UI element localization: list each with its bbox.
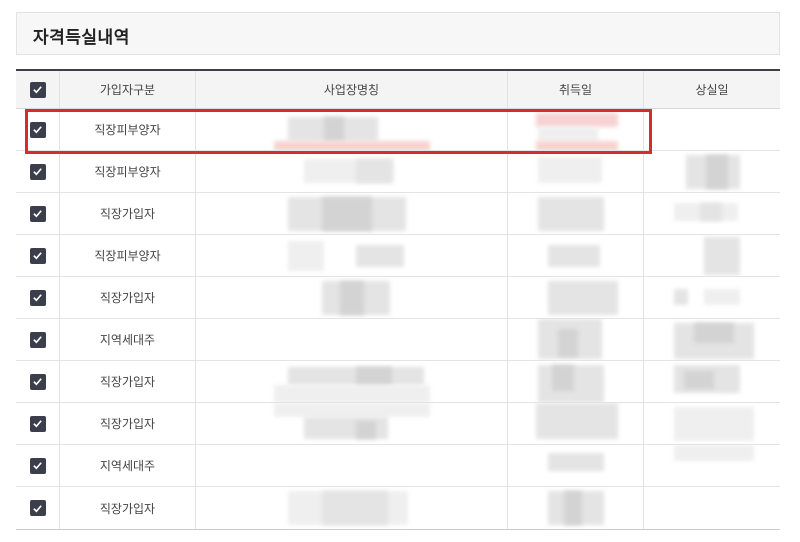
row-workplace-redacted bbox=[196, 277, 508, 318]
row-lost-redacted bbox=[644, 193, 780, 234]
row-lost-redacted bbox=[644, 151, 780, 192]
row-check-cell bbox=[16, 235, 60, 276]
row-type: 직장피부양자 bbox=[60, 109, 196, 150]
check-icon bbox=[33, 168, 42, 176]
row-acquired-redacted bbox=[508, 193, 644, 234]
row-workplace-empty bbox=[196, 445, 508, 486]
row-type: 직장피부양자 bbox=[60, 151, 196, 192]
row-checkbox[interactable] bbox=[29, 415, 46, 432]
table-row: 직장가입자 bbox=[16, 361, 780, 403]
row-checkbox[interactable] bbox=[29, 121, 46, 138]
row-type: 직장가입자 bbox=[60, 403, 196, 444]
row-lost-redacted bbox=[644, 445, 780, 486]
table-body: 직장피부양자 직장피부양자 직장가입자 직장피부양자 직장가입자 지역세대주 직… bbox=[16, 109, 780, 529]
check-icon bbox=[33, 378, 42, 386]
header-select-all-cell bbox=[16, 71, 60, 108]
row-checkbox[interactable] bbox=[29, 205, 46, 222]
row-workplace-redacted bbox=[196, 361, 508, 402]
row-check-cell bbox=[16, 445, 60, 486]
row-acquired-redacted bbox=[508, 361, 644, 402]
header-acquired-date: 취득일 bbox=[508, 71, 644, 108]
row-check-cell bbox=[16, 319, 60, 360]
row-type: 직장가입자 bbox=[60, 487, 196, 529]
row-workplace-empty bbox=[196, 319, 508, 360]
table-row: 지역세대주 bbox=[16, 445, 780, 487]
check-icon bbox=[33, 252, 42, 260]
row-type: 직장피부양자 bbox=[60, 235, 196, 276]
check-icon bbox=[33, 126, 42, 134]
row-checkbox[interactable] bbox=[29, 247, 46, 264]
row-workplace-redacted bbox=[196, 151, 508, 192]
row-acquired-redacted bbox=[508, 319, 644, 360]
table-header-row: 가입자구분 사업장명칭 취득일 상실일 bbox=[16, 71, 780, 109]
check-icon bbox=[33, 504, 42, 512]
row-type: 지역세대주 bbox=[60, 319, 196, 360]
select-all-checkbox[interactable] bbox=[29, 81, 46, 98]
table-row: 직장피부양자 bbox=[16, 109, 780, 151]
row-lost-redacted bbox=[644, 277, 780, 318]
row-type: 직장가입자 bbox=[60, 193, 196, 234]
row-check-cell bbox=[16, 361, 60, 402]
row-type: 직장가입자 bbox=[60, 277, 196, 318]
row-checkbox[interactable] bbox=[29, 373, 46, 390]
row-acquired-redacted bbox=[508, 109, 644, 150]
table-row: 지역세대주 bbox=[16, 319, 780, 361]
row-acquired-redacted bbox=[508, 277, 644, 318]
row-checkbox[interactable] bbox=[29, 289, 46, 306]
row-check-cell bbox=[16, 403, 60, 444]
row-workplace-redacted bbox=[196, 403, 508, 444]
row-lost-redacted bbox=[644, 361, 780, 402]
section-title: 자격득실내역 bbox=[33, 28, 130, 48]
qualification-table: 가입자구분 사업장명칭 취득일 상실일 직장피부양자 직장피부양자 직장가입자 … bbox=[16, 69, 780, 530]
check-icon bbox=[33, 210, 42, 218]
header-workplace: 사업장명칭 bbox=[196, 71, 508, 108]
row-workplace-redacted bbox=[196, 235, 508, 276]
row-check-cell bbox=[16, 193, 60, 234]
row-lost-redacted bbox=[644, 235, 780, 276]
row-workplace-redacted bbox=[196, 193, 508, 234]
row-acquired-redacted bbox=[508, 487, 644, 529]
row-acquired-redacted bbox=[508, 403, 644, 444]
section-header: 자격득실내역 bbox=[16, 12, 780, 55]
table-row: 직장피부양자 bbox=[16, 235, 780, 277]
row-lost-empty bbox=[644, 109, 780, 150]
row-checkbox[interactable] bbox=[29, 500, 46, 516]
row-lost-redacted bbox=[644, 319, 780, 360]
header-type: 가입자구분 bbox=[60, 71, 196, 108]
check-icon bbox=[33, 420, 42, 428]
row-workplace-redacted bbox=[196, 487, 508, 529]
check-icon bbox=[33, 462, 42, 470]
header-lost-date: 상실일 bbox=[695, 83, 729, 97]
row-check-cell bbox=[16, 487, 60, 529]
row-type: 직장가입자 bbox=[60, 361, 196, 402]
row-checkbox[interactable] bbox=[29, 331, 46, 348]
row-acquired-redacted bbox=[508, 445, 644, 486]
table-row: 직장가입자 bbox=[16, 403, 780, 445]
check-icon bbox=[33, 294, 42, 302]
row-lost-empty bbox=[644, 487, 780, 529]
row-checkbox[interactable] bbox=[29, 163, 46, 180]
row-acquired-redacted bbox=[508, 151, 644, 192]
row-checkbox[interactable] bbox=[29, 457, 46, 474]
row-workplace-redacted bbox=[196, 109, 508, 150]
table-row: 직장가입자 bbox=[16, 487, 780, 529]
row-type: 지역세대주 bbox=[60, 445, 196, 486]
row-acquired-redacted bbox=[508, 235, 644, 276]
row-check-cell bbox=[16, 277, 60, 318]
check-icon bbox=[33, 336, 42, 344]
row-check-cell bbox=[16, 109, 60, 150]
table-row: 직장피부양자 bbox=[16, 151, 780, 193]
table-row: 직장가입자 bbox=[16, 277, 780, 319]
check-icon bbox=[33, 86, 42, 94]
row-lost-redacted bbox=[644, 403, 780, 444]
table-row: 직장가입자 bbox=[16, 193, 780, 235]
row-check-cell bbox=[16, 151, 60, 192]
